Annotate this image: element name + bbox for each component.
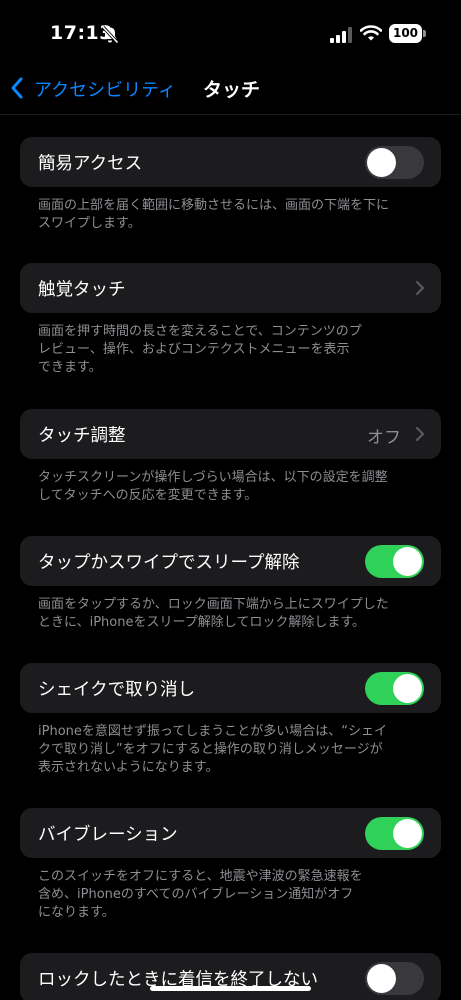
bell-slash-icon xyxy=(101,25,119,44)
footnote-line: になります。 xyxy=(38,905,115,920)
vibration-label: バイブレーション xyxy=(38,825,178,845)
back-chevron-icon[interactable] xyxy=(8,76,26,100)
footnote-line: 画面をタップするか、ロック画面下端から上にスワイプした xyxy=(38,597,389,612)
shake-to-undo-footnote: iPhoneを意図せず振ってしまうことが多い場合は、“シェイ クで取り消し”をオ… xyxy=(38,723,428,777)
vibration-footnote: このスイッチをオフにすると、地震や津波の緊急速報を 含め、iPhoneのすべての… xyxy=(38,868,428,922)
prevent-lock-to-end-call-toggle[interactable] xyxy=(365,962,424,995)
reachability-toggle[interactable] xyxy=(365,146,424,179)
tap-to-wake-label: タップかスワイプでスリープ解除 xyxy=(38,553,300,573)
shake-to-undo-toggle[interactable] xyxy=(365,672,424,705)
footnote-line: このスイッチをオフにすると、地震や津波の緊急速報を xyxy=(38,869,363,884)
prevent-lock-to-end-call-cell[interactable]: ロックしたときに着信を終了しない xyxy=(20,953,441,1000)
vibration-cell[interactable]: バイブレーション xyxy=(20,808,441,858)
tap-to-wake-toggle[interactable] xyxy=(365,545,424,578)
shake-to-undo-label: シェイクで取り消し xyxy=(38,680,196,700)
touch-settings-screen: 17:13 100 アクセシビリティ タッチ 簡易アクセス 画面の上部を届く範囲… xyxy=(0,0,461,1000)
navigation-bar: アクセシビリティ タッチ xyxy=(0,62,461,115)
touch-accommodations-cell[interactable]: タッチ調整 オフ xyxy=(20,409,441,459)
footnote-line: タッチスクリーンが操作しづらい場合は、以下の設定を調整 xyxy=(38,470,388,485)
battery-icon: 100 xyxy=(389,24,422,43)
tap-to-wake-cell[interactable]: タップかスワイプでスリープ解除 xyxy=(20,536,441,586)
reachability-label: 簡易アクセス xyxy=(38,154,143,174)
touch-accommodations-footnote: タッチスクリーンが操作しづらい場合は、以下の設定を調整 してタッチへの反応を変更… xyxy=(38,469,428,505)
footnote-line: クで取り消し”をオフにすると操作の取り消しメッセージが xyxy=(38,742,383,757)
haptic-touch-label: 触覚タッチ xyxy=(38,280,126,300)
tap-to-wake-footnote: 画面をタップするか、ロック画面下端から上にスワイプした ときに、iPhoneをス… xyxy=(38,596,428,632)
home-indicator[interactable] xyxy=(150,986,311,991)
wifi-icon xyxy=(360,25,382,41)
footnote-line: 表示されないようになります。 xyxy=(38,760,219,775)
footnote-line: スワイプします。 xyxy=(38,216,141,231)
footnote-line: できます。 xyxy=(38,360,102,375)
toggle-knob xyxy=(367,148,396,177)
footnote-line: iPhoneを意図せず振ってしまうことが多い場合は、“シェイ xyxy=(38,724,387,739)
shake-to-undo-cell[interactable]: シェイクで取り消し xyxy=(20,663,441,713)
chevron-right-icon xyxy=(415,280,425,296)
status-bar: 17:13 100 xyxy=(0,0,461,62)
toggle-knob xyxy=(367,964,396,993)
touch-accommodations-label: タッチ調整 xyxy=(38,426,126,446)
page-title: タッチ xyxy=(203,79,261,101)
footnote-line: 含め、iPhoneのすべてのバイブレーション通知がオフ xyxy=(38,887,354,902)
back-button[interactable]: アクセシビリティ xyxy=(34,76,176,102)
touch-accommodations-value: オフ xyxy=(367,428,401,448)
signal-icon xyxy=(330,27,352,43)
footnote-line: ときに、iPhoneをスリープ解除してロック解除します。 xyxy=(38,615,366,630)
reachability-cell[interactable]: 簡易アクセス xyxy=(20,137,441,187)
footnote-line: 画面の上部を届く範囲に移動させるには、画面の下端を下に xyxy=(38,198,390,213)
haptic-touch-cell[interactable]: 触覚タッチ xyxy=(20,263,441,313)
reachability-footnote: 画面の上部を届く範囲に移動させるには、画面の下端を下に スワイプします。 xyxy=(38,197,428,233)
chevron-right-icon xyxy=(415,426,425,442)
toggle-knob xyxy=(393,547,422,576)
footnote-line: してタッチへの反応を変更できます。 xyxy=(38,488,258,503)
haptic-touch-footnote: 画面を押す時間の長さを変えることで、コンテンツのプ レビュー、操作、およびコンテ… xyxy=(38,323,428,377)
vibration-toggle[interactable] xyxy=(365,817,424,850)
battery-cap xyxy=(423,30,426,37)
footnote-line: レビュー、操作、およびコンテクストメニューを表示 xyxy=(38,342,350,357)
toggle-knob xyxy=(393,674,422,703)
toggle-knob xyxy=(393,819,422,848)
footnote-line: 画面を押す時間の長さを変えることで、コンテンツのプ xyxy=(38,324,362,339)
